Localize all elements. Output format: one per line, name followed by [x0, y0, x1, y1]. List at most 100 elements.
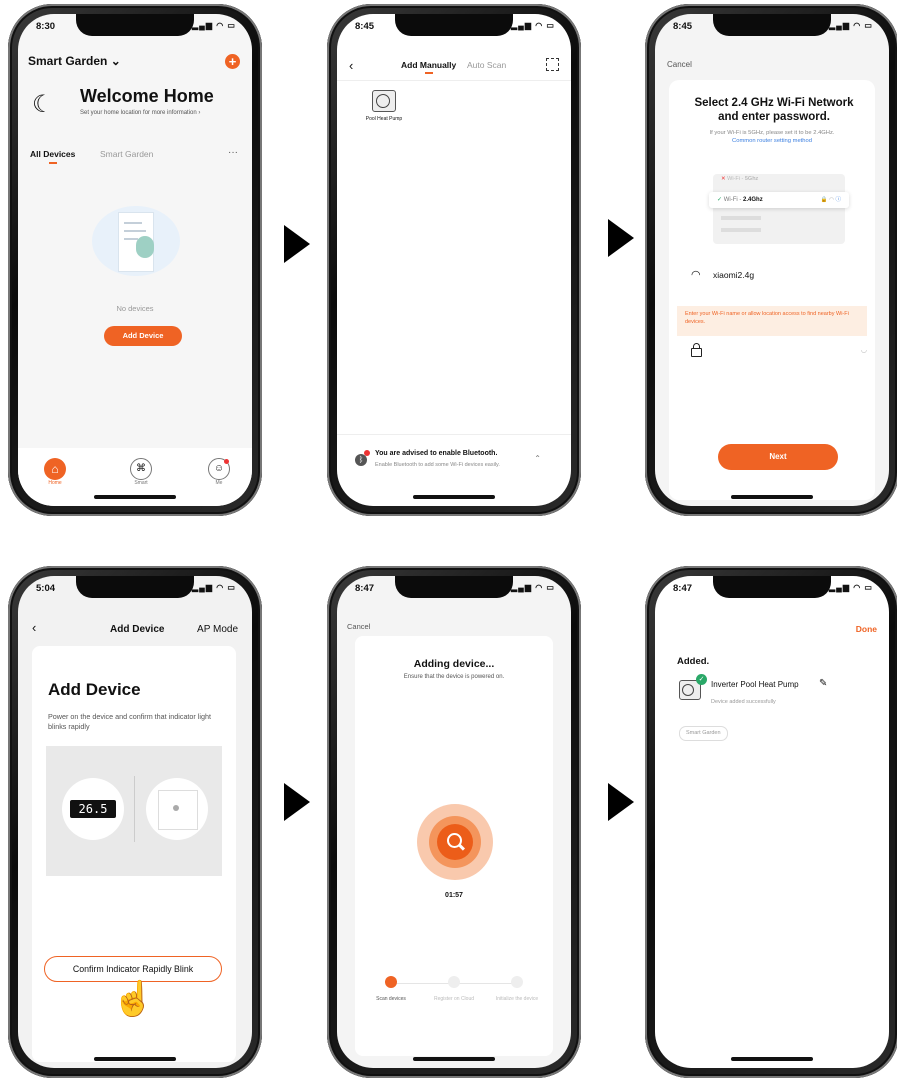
location-hint-text: Set your home location for more informat… — [80, 110, 197, 116]
wifi-ssid-input[interactable]: xiaomi2.4g — [713, 270, 754, 280]
nav-me[interactable]: ☺ Me — [208, 458, 230, 486]
back-icon[interactable]: ‹ — [32, 620, 36, 635]
bluetooth-title: You are advised to enable Bluetooth. — [375, 450, 498, 457]
wifi-5ghz-label: 5Ghz — [744, 176, 759, 182]
notch — [713, 576, 831, 598]
notification-dot — [224, 459, 229, 464]
next-button[interactable]: Next — [718, 444, 838, 470]
step-initialize-label: Initialize the device — [495, 996, 539, 1002]
nav-smart-label: Smart — [134, 480, 148, 486]
scan-qr-icon[interactable] — [546, 58, 559, 71]
tab-all-devices-label: All Devices — [30, 149, 76, 159]
location-hint[interactable]: Set your home location for more informat… — [80, 110, 200, 116]
cancel-link[interactable]: Cancel — [667, 60, 692, 69]
heat-pump-icon — [372, 90, 396, 112]
room-chip[interactable]: Smart Garden — [679, 726, 728, 741]
page-title: Welcome Home — [80, 86, 214, 106]
status-icons: ▂▄▆ ◠ ▭ — [192, 583, 236, 592]
nav-smart[interactable]: ⌘ Smart — [130, 458, 152, 486]
tab-add-manually-label: Add Manually — [401, 60, 457, 70]
check-icon: ✓ — [717, 197, 723, 203]
tab-smart-garden[interactable]: Smart Garden — [100, 149, 153, 159]
wifi-24ghz-prefix: Wi-Fi - — [723, 197, 744, 203]
moon-icon: ☾ — [32, 91, 54, 118]
home-indicator — [94, 1057, 176, 1061]
wifi-signal-icon: ◠ — [691, 269, 701, 281]
wifi-5ghz-prefix: Wi-Fi - — [727, 176, 745, 182]
home-indicator — [731, 1057, 813, 1061]
tab-auto-scan[interactable]: Auto Scan — [467, 60, 506, 70]
add-device-heading: Add Device — [48, 680, 141, 699]
wifi-24ghz-row: ✓ Wi-Fi - 2.4Ghz 🔒 ◠ ⓘ — [709, 192, 849, 208]
added-device-name: Inverter Pool Heat Pump — [711, 680, 799, 689]
status-time: 8:45 — [355, 21, 375, 32]
tap-hand-icon: ☝ — [112, 980, 155, 1018]
location-warning: Enter your Wi-Fi name or allow location … — [677, 306, 867, 336]
wifi-5ghz-row: ✕ Wi-Fi - 5Ghz — [721, 176, 758, 182]
step-scan-label: Scan devices — [376, 996, 406, 1002]
wifi-24ghz-label: 2.4Ghz — [743, 197, 763, 203]
home-indicator — [94, 495, 176, 499]
step-pending-icon — [511, 976, 523, 988]
status-time: 8:47 — [355, 583, 375, 594]
done-button[interactable]: Done — [856, 624, 877, 634]
lock-wifi-info-icons: 🔒 ◠ ⓘ — [820, 197, 841, 203]
home-selector[interactable]: Smart Garden ⌄ — [28, 54, 121, 68]
show-password-icon[interactable]: ◡ — [861, 346, 867, 354]
added-heading: Added. — [677, 656, 710, 667]
progress-card: Adding device... Ensure that the device … — [355, 636, 553, 1056]
nav-me-label: Me — [215, 480, 223, 486]
status-time: 8:45 — [673, 21, 693, 32]
nav-home[interactable]: ⌂ Home — [44, 458, 66, 486]
confirm-blink-button[interactable]: Confirm Indicator Rapidly Blink — [44, 956, 222, 982]
lock-icon — [691, 343, 702, 357]
added-device-icon: ✓ — [679, 674, 707, 700]
step-initialize: Initialize the device — [495, 976, 539, 1002]
countdown-timer: 01:57 — [445, 892, 463, 899]
phone-screen-add-manually: 8:45 ▂▄▆ ◠ ▭ ‹ Add Manually Auto Scan Poo… — [327, 4, 581, 516]
add-device-button[interactable]: Add Device — [104, 326, 182, 346]
empty-illustration — [92, 204, 180, 280]
added-device-status: Device added successfully — [711, 699, 776, 705]
indicator-panel — [146, 778, 208, 840]
tab-all-devices[interactable]: All Devices — [30, 149, 75, 164]
home-name: Smart Garden — [28, 54, 108, 68]
add-plus-icon[interactable]: + — [225, 54, 240, 69]
success-check-icon: ✓ — [696, 674, 707, 685]
router-settings-link[interactable]: Common router setting method — [677, 138, 867, 144]
home-icon: ⌂ — [44, 458, 66, 480]
step-register: Register on Cloud — [432, 976, 476, 1002]
page-title: Add Device — [110, 624, 165, 635]
arrow-right-icon — [608, 219, 634, 257]
adding-title: Adding device... — [413, 658, 495, 670]
temperature-display: 26.5 — [78, 802, 108, 816]
password-input[interactable] — [713, 344, 863, 358]
phone-screen-home: 8:30 ▂▄▆ ◠ ▭ Smart Garden ⌄ + ☾ Welcome H… — [8, 4, 262, 516]
more-menu-icon[interactable]: ··· — [228, 147, 238, 158]
home-indicator — [731, 495, 813, 499]
bluetooth-icon: ᛒ — [355, 450, 370, 466]
ap-mode-link[interactable]: AP Mode — [197, 624, 238, 635]
bluetooth-banner[interactable]: ᛒ You are advised to enable Bluetooth. E… — [351, 448, 551, 488]
notch — [76, 576, 194, 598]
chevron-up-icon[interactable]: ⌃ — [534, 454, 541, 463]
wifi-card: Select 2.4 GHz Wi-Fi Network and enter p… — [669, 80, 875, 500]
phone-screen-ap-mode: 5:04 ▂▄▆ ◠ ▭ ‹ Add Device AP Mode Add Dev… — [8, 566, 262, 1078]
phone-screen-added: 8:47 ▂▄▆ ◠ ▭ Done Added. ✓ Inverter Pool … — [645, 566, 897, 1078]
step-register-label: Register on Cloud — [433, 996, 475, 1002]
cancel-link[interactable]: Cancel — [347, 622, 370, 631]
edit-pencil-icon[interactable]: ✎ — [819, 678, 827, 689]
arrow-right-icon — [608, 783, 634, 821]
step-pending-icon — [448, 976, 460, 988]
smart-icon: ⌘ — [130, 458, 152, 480]
notch — [395, 576, 513, 598]
device-illustration: 26.5 — [46, 746, 222, 876]
instruction-card: Add Device Power on the device and confi… — [32, 646, 236, 1062]
status-icons: ▂▄▆ ◠ ▭ — [511, 21, 555, 30]
tab-add-manually[interactable]: Add Manually — [401, 60, 456, 74]
wifi-illustration: ✕ Wi-Fi - 5Ghz ✓ Wi-Fi - 2.4Ghz 🔒 ◠ ⓘ — [709, 174, 849, 244]
adding-subtitle: Ensure that the device is powered on. — [403, 674, 505, 680]
device-tile[interactable]: Pool Heat Pump — [359, 90, 409, 122]
status-icons: ▂▄▆ ◠ ▭ — [511, 583, 555, 592]
back-icon[interactable]: ‹ — [349, 58, 353, 73]
